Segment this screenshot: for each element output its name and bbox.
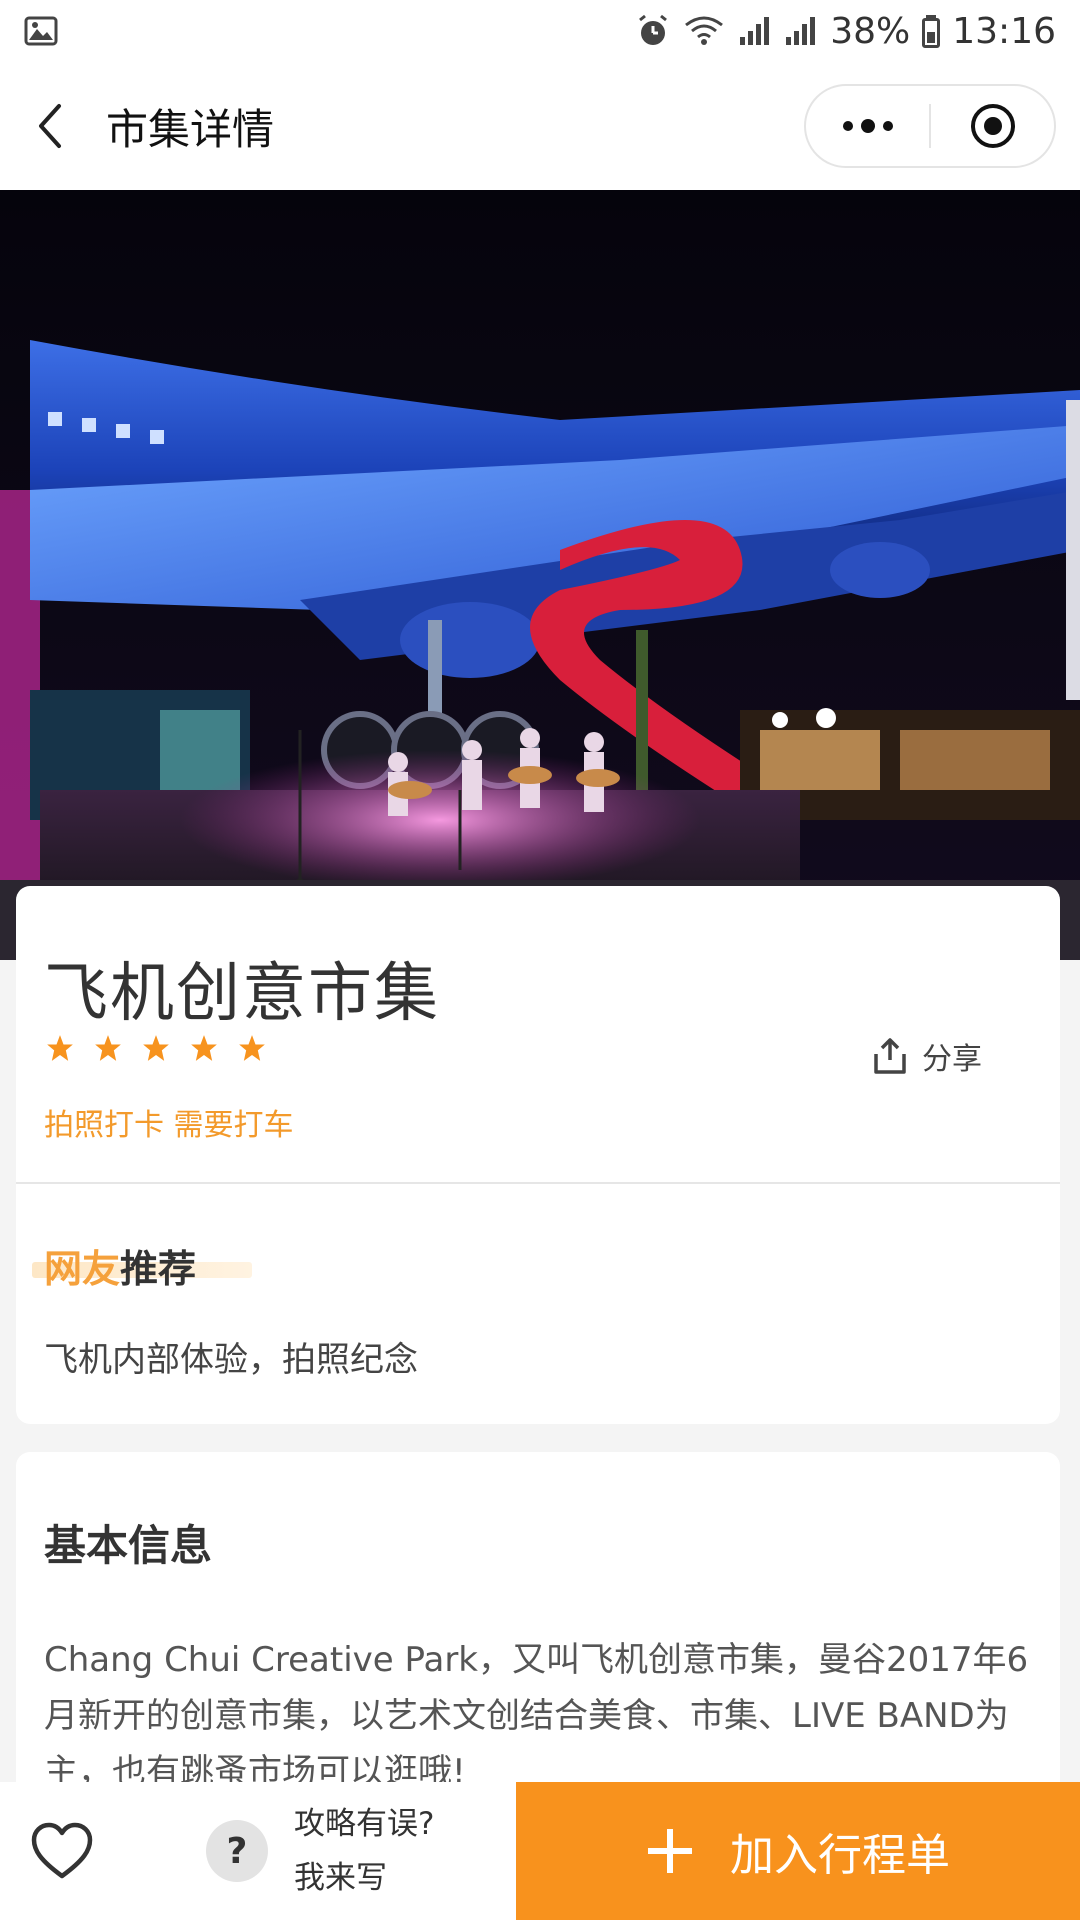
signal-icon xyxy=(738,15,772,47)
status-bar: 38% 13:16 xyxy=(0,0,1080,62)
place-name: 飞机创意市集 xyxy=(44,957,440,1031)
place-tags: 拍照打卡 需要打车 xyxy=(44,1108,294,1143)
recommendation-heading: 网友推荐 xyxy=(32,1238,252,1293)
signal-4g-icon xyxy=(784,15,818,47)
place-summary-card: 飞机创意市集 分享 拍照打卡 需要打车 xyxy=(16,886,1060,1182)
star-icon xyxy=(143,1035,169,1061)
share-button[interactable]: 分享 xyxy=(868,1034,982,1078)
image-icon xyxy=(24,16,58,46)
wifi-icon xyxy=(682,15,726,47)
share-icon xyxy=(874,1038,906,1074)
favorite-button[interactable] xyxy=(0,1782,124,1920)
screen: 38% 13:16 市集详情 飞机创意市集 分享 拍照打卡 需要打车 网友推荐 … xyxy=(0,0,1080,1920)
report-error-question: 攻略有误? xyxy=(294,1806,435,1842)
bottom-action-bar: ? 攻略有误? 我来写 加入行程单 xyxy=(0,1782,1080,1920)
basic-info-text: Chang Chui Creative Park，又叫飞机创意市集，曼谷2017… xyxy=(44,1640,1029,1792)
heart-icon xyxy=(31,1822,93,1879)
nav-bar: 市集详情 xyxy=(0,62,1080,190)
report-error-button[interactable]: ? 攻略有误? 我来写 xyxy=(124,1782,516,1920)
close-mini-program-button[interactable] xyxy=(931,86,1054,166)
add-to-itinerary-button[interactable]: 加入行程单 xyxy=(516,1782,1080,1920)
hero-photo-airplane-market xyxy=(0,190,1080,960)
chevron-left-icon xyxy=(39,104,61,148)
page-title: 市集详情 xyxy=(106,104,275,154)
star-icon xyxy=(95,1035,121,1061)
share-label: 分享 xyxy=(922,1042,982,1077)
recommendation-text: 飞机内部体验，拍照纪念 xyxy=(44,1340,418,1380)
heading-highlight-text: 网友 xyxy=(44,1247,121,1291)
plus-icon xyxy=(648,1829,692,1873)
heading-rest-text: 推荐 xyxy=(120,1247,197,1291)
recommendation-card: 网友推荐 飞机内部体验，拍照纪念 xyxy=(16,1182,1060,1424)
back-button[interactable] xyxy=(0,62,100,190)
battery-icon xyxy=(922,14,941,48)
star-icon xyxy=(239,1035,265,1061)
star-icon xyxy=(47,1035,73,1061)
more-button[interactable] xyxy=(806,86,929,166)
target-icon xyxy=(970,104,1015,148)
basic-info-title: 基本信息 xyxy=(44,1521,213,1570)
clock-time: 13:16 xyxy=(952,10,1056,52)
battery-percent: 38% xyxy=(830,10,911,52)
rating-stars xyxy=(46,1034,266,1062)
alarm-icon xyxy=(636,14,670,48)
add-to-itinerary-label: 加入行程单 xyxy=(730,1830,950,1881)
report-error-action: 我来写 xyxy=(294,1860,387,1896)
star-icon xyxy=(191,1035,217,1061)
question-icon: ? xyxy=(206,1820,268,1882)
more-dots-icon xyxy=(842,119,893,133)
hero-image[interactable] xyxy=(0,190,1080,960)
mini-program-capsule xyxy=(804,84,1056,168)
